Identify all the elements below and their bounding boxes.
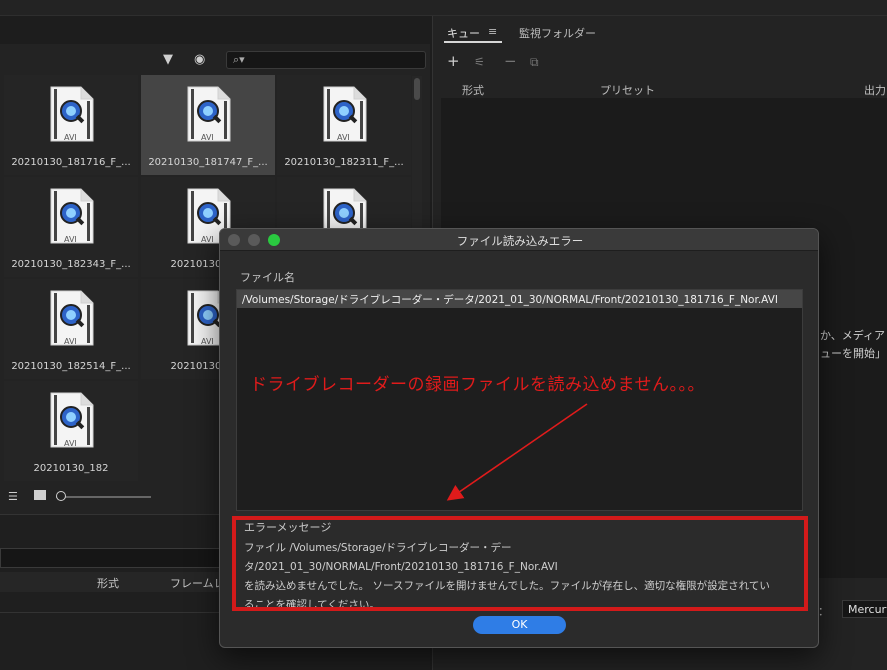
queue-hint-line1: か、メディア <box>820 329 886 342</box>
annotation-highlight-box <box>232 516 808 611</box>
file-type-label: AVI <box>201 235 214 244</box>
queue-column-output[interactable]: 出力 <box>864 82 886 98</box>
renderer-select[interactable]: Mercury <box>842 600 887 618</box>
column-framerate[interactable]: フレームレ <box>170 575 225 591</box>
queue-hint-line2: ューを開始」 <box>820 347 886 360</box>
file-type-label: AVI <box>64 133 77 142</box>
media-file-name: 20210130_182514_F_... <box>11 361 131 372</box>
file-type-label: AVI <box>64 235 77 244</box>
file-type-label: AVI <box>64 337 77 346</box>
file-type-label: AVI <box>201 133 214 142</box>
file-import-error-dialog: ファイル読み込みエラー ファイル名 /Volumes/Storage/ドライブレ… <box>219 228 819 648</box>
file-type-label: AVI <box>201 337 214 346</box>
media-file-name: 20210130_181716_F_... <box>11 157 131 168</box>
lower-search-input[interactable] <box>0 548 225 568</box>
thumbnail-size-slider-knob[interactable] <box>56 491 66 501</box>
media-file-tile[interactable]: AVI 20210130_182311_F_... <box>277 75 411 175</box>
media-file-tile[interactable]: AVI 20210130_181747_F_... <box>141 75 275 175</box>
filter-icon[interactable]: ▼ <box>163 52 173 67</box>
duplicate-icon[interactable]: ⧉ <box>530 55 539 70</box>
top-strip <box>0 0 887 16</box>
media-file-tile[interactable]: AVI 20210130_181716_F_... <box>4 75 138 175</box>
media-file-name: 20210130_182311_F_... <box>284 157 404 168</box>
media-file-name: 20210130_181747_F_... <box>148 157 268 168</box>
file-type-label: AVI <box>337 133 350 142</box>
media-search-input[interactable]: ⌕▾ <box>226 51 426 69</box>
app-window: ▼ ◉ ⌕▾ AVI 20210130_181716_F_... AVI 202101… <box>0 0 887 670</box>
thumbnail-size-slider[interactable] <box>56 496 151 498</box>
divider <box>0 612 225 613</box>
ok-button[interactable]: OK <box>473 616 566 634</box>
eye-icon[interactable]: ◉ <box>194 52 205 67</box>
tab-watch-folders[interactable]: 監視フォルダー <box>519 25 596 41</box>
dialog-title: ファイル読み込みエラー <box>456 234 584 248</box>
column-format[interactable]: 形式 <box>97 575 119 591</box>
search-icon: ⌕▾ <box>233 53 245 66</box>
media-file-tile[interactable]: AVI 20210130_182514_F_... <box>4 279 138 379</box>
tab-queue[interactable]: キュー <box>447 25 480 41</box>
filename-label: ファイル名 <box>240 271 295 284</box>
media-file-name: 20210130_182343_F_... <box>11 259 131 270</box>
filename-row[interactable]: /Volumes/Storage/ドライブレコーダー・データ/2021_01_3… <box>237 290 802 308</box>
grid-scrollbar-thumb[interactable] <box>414 78 420 100</box>
media-file-tile[interactable]: AVI 20210130_182343_F_... <box>4 177 138 277</box>
panel-menu-icon[interactable]: ≡ <box>488 25 497 38</box>
settings-sliders-icon[interactable]: ⚟ <box>474 55 485 69</box>
add-source-icon[interactable]: + <box>447 52 460 70</box>
media-file-name: 20210130_182 <box>33 463 109 474</box>
icon-view-icon[interactable] <box>34 490 46 500</box>
renderer-label: ： <box>818 605 829 618</box>
active-tab-indicator <box>444 41 502 43</box>
list-view-icon[interactable]: ☰ <box>8 490 18 503</box>
queue-column-format[interactable]: 形式 <box>462 82 484 98</box>
file-type-label: AVI <box>64 439 77 448</box>
media-file-tile[interactable]: AVI 20210130_182 <box>4 381 138 481</box>
queue-column-preset[interactable]: プリセット <box>600 82 655 98</box>
annotation-text: ドライブレコーダーの録画ファイルを読み込めません。。。 <box>250 375 705 395</box>
remove-icon[interactable]: − <box>504 52 517 70</box>
annotation-arrow <box>446 403 588 501</box>
queue-table-header <box>441 80 887 98</box>
